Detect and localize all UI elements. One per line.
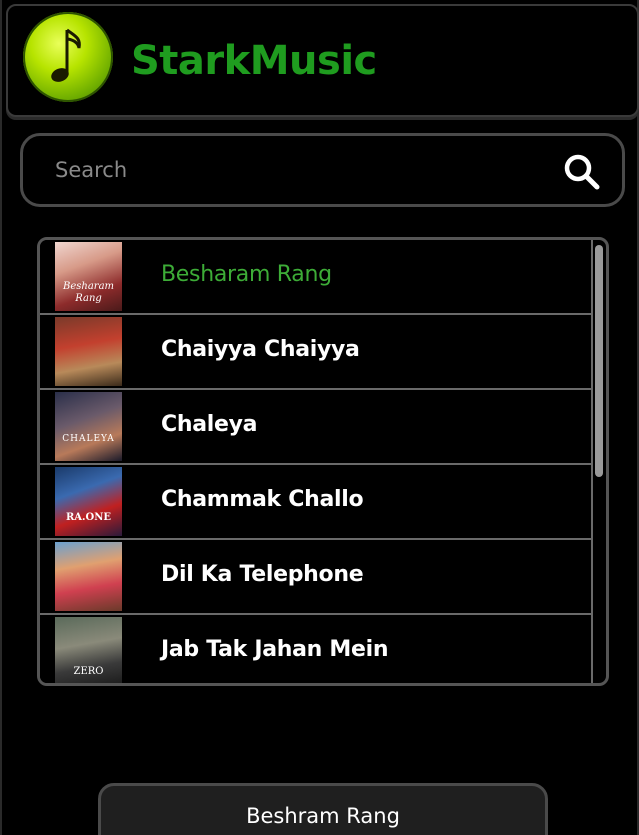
song-title: Chaleya [161,412,258,437]
song-row[interactable]: RA.ONE Chammak Challo [40,465,593,540]
song-row[interactable]: Chaiyya Chaiyya [40,315,593,390]
song-row[interactable]: Besharam Rang Besharam Rang [40,240,593,315]
album-cover: CHALEYA [55,392,122,461]
song-title: Jab Tak Jahan Mein [161,637,389,662]
song-title: Besharam Rang [161,262,332,287]
album-cover-text: RA.ONE [65,512,112,523]
now-playing-title: Beshram Rang [246,804,400,828]
now-playing-bar[interactable]: Beshram Rang [98,783,548,835]
album-cover-text: Besharam Rang [62,281,115,304]
album-cover: RA.ONE [55,467,122,536]
song-title: Chaiyya Chaiyya [161,337,360,362]
album-cover [55,542,122,611]
app-header: StarkMusic [6,4,639,117]
search-bar [20,133,625,207]
song-list[interactable]: Besharam Rang Besharam Rang Chaiyya Chai… [37,237,609,686]
app-logo [23,12,113,102]
album-cover-text: CHALEYA [62,434,115,444]
album-cover [55,317,122,386]
scrollbar-thumb[interactable] [595,245,603,477]
search-icon[interactable] [562,152,602,192]
search-input[interactable] [53,152,533,188]
album-cover: ZERO [55,617,122,683]
album-cover-text: ZERO [73,666,104,677]
music-app: StarkMusic Besharam Rang Besharam Rang C… [0,0,639,835]
song-title: Chammak Challo [161,487,364,512]
song-row[interactable]: ZERO Jab Tak Jahan Mein [40,615,593,683]
song-row[interactable]: Dil Ka Telephone [40,540,593,615]
song-title: Dil Ka Telephone [161,562,364,587]
app-title: StarkMusic [131,38,377,84]
list-scrollbar[interactable] [595,243,603,680]
album-cover: Besharam Rang [55,242,122,311]
music-note-icon [51,28,81,82]
song-row[interactable]: CHALEYA Chaleya [40,390,593,465]
